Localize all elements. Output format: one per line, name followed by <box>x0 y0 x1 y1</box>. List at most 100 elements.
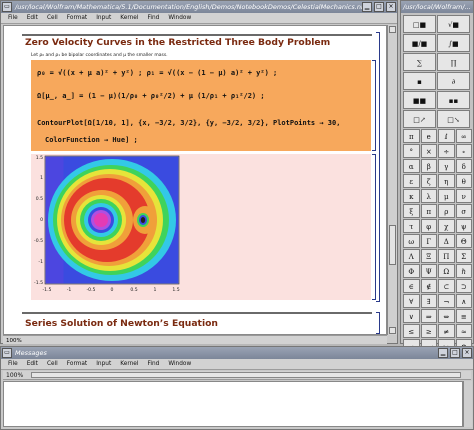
palette-symbol-button[interactable]: σ <box>455 204 472 218</box>
palette-symbol-button[interactable]: χ <box>438 219 455 233</box>
palette-symbol-button[interactable]: □↘ <box>437 110 470 128</box>
notebook-document[interactable]: Zero Velocity Curves in the Restricted T… <box>3 25 387 335</box>
notebook-titlebar[interactable]: ▭ /usr/local/Wolfram/Mathematica/5.1/Doc… <box>1 1 397 13</box>
menu-kernel[interactable]: Kernel <box>120 359 138 369</box>
palette-symbol-button[interactable]: λ <box>420 189 437 203</box>
palette-symbol-button[interactable]: φ <box>420 219 437 233</box>
palette-symbol-button[interactable]: ▪ <box>403 72 436 90</box>
palette-symbol-button[interactable]: ∨ <box>403 309 420 323</box>
section-title-series-solution[interactable]: Series Solution of Newton’s Equation <box>25 318 218 329</box>
palette-symbol-button[interactable]: ∈ <box>403 279 420 293</box>
palette-symbol-button[interactable]: e <box>420 129 437 143</box>
palette-symbol-button[interactable]: ■■ <box>403 91 436 109</box>
palette-symbol-button[interactable]: □■ <box>403 15 436 33</box>
palette-symbol-button[interactable]: ∃ <box>420 294 437 308</box>
palette-symbol-button[interactable]: ° <box>403 144 420 158</box>
palette-symbol-button[interactable]: Ω <box>438 264 455 278</box>
palette-symbol-button[interactable]: κ <box>403 189 420 203</box>
text-cell[interactable]: Let ρ₀ and ρ₁ be bipolar coordinates and… <box>31 53 168 58</box>
menu-file[interactable]: File <box>8 359 18 369</box>
palette-symbol-button[interactable]: ≤ <box>403 324 420 338</box>
palette-symbol-button[interactable]: π <box>420 204 437 218</box>
palette-symbol-button[interactable]: ξ <box>403 204 420 218</box>
input-cell[interactable]: ρ₀ = √((x + μ a)² + y²) ; ρ₁ = √((x − (1… <box>31 60 371 151</box>
palette-symbol-button[interactable]: ε <box>403 174 420 188</box>
menu-format[interactable]: Format <box>67 13 87 23</box>
menu-format[interactable]: Format <box>67 359 87 369</box>
palette-symbol-button[interactable]: η <box>438 174 455 188</box>
output-cell-bracket[interactable] <box>372 154 376 300</box>
minimize-icon[interactable]: ▁ <box>362 2 372 12</box>
palette-symbol-button[interactable]: ℏ <box>455 264 472 278</box>
palette-symbol-button[interactable]: ÷ <box>438 144 455 158</box>
palette-titlebar[interactable]: /usr/local/Wolfram/... <box>401 1 473 13</box>
palette-symbol-button[interactable]: ∉ <box>420 279 437 293</box>
palette-symbol-button[interactable]: × <box>420 144 437 158</box>
menu-find[interactable]: Find <box>147 13 159 23</box>
palette-symbol-button[interactable]: ∞ <box>455 129 472 143</box>
palette-symbol-button[interactable]: ∘ <box>455 144 472 158</box>
window-menu-icon[interactable]: ▭ <box>2 2 12 12</box>
palette-symbol-button[interactable]: Φ <box>403 264 420 278</box>
close-icon[interactable]: × <box>462 348 472 358</box>
scroll-up-icon[interactable] <box>389 26 396 33</box>
palette-symbol-button[interactable]: ≡ <box>455 309 472 323</box>
palette-symbol-button[interactable]: ⇔ <box>438 309 455 323</box>
palette-symbol-button[interactable]: ¬ <box>438 294 455 308</box>
scroll-thumb[interactable] <box>389 225 396 265</box>
palette-symbol-button[interactable]: Σ <box>455 249 472 263</box>
palette-symbol-button[interactable]: δ <box>455 159 472 173</box>
palette-symbol-button[interactable]: ∫■ <box>437 34 470 52</box>
palette-symbol-button[interactable]: ζ <box>420 174 437 188</box>
output-cell[interactable]: 1.5 1 0.5 0 -0.5 -1 -1.5 -1.5 -1 -0.5 0 … <box>31 154 371 300</box>
notebook-scrollbar[interactable] <box>387 25 397 335</box>
messages-document[interactable] <box>3 381 463 427</box>
palette-symbol-button[interactable]: π <box>403 129 420 143</box>
palette-symbol-button[interactable]: α <box>403 159 420 173</box>
palette-symbol-button[interactable]: ∀ <box>403 294 420 308</box>
palette-symbol-button[interactable]: ≈ <box>455 324 472 338</box>
palette-symbol-button[interactable]: ⅈ <box>438 129 455 143</box>
maximize-icon[interactable]: □ <box>450 348 460 358</box>
section-title-zero-velocity[interactable]: Zero Velocity Curves in the Restricted T… <box>25 37 330 48</box>
palette-symbol-button[interactable]: Ξ <box>420 249 437 263</box>
palette-symbol-button[interactable]: ρ <box>438 204 455 218</box>
palette-symbol-button[interactable]: ∏ <box>437 53 470 71</box>
palette-symbol-button[interactable]: γ <box>438 159 455 173</box>
input-cell-bracket[interactable] <box>372 60 376 151</box>
messages-titlebar[interactable]: ▭ Messages ▁ □ × <box>1 347 473 359</box>
menu-input[interactable]: Input <box>96 359 111 369</box>
palette-symbol-button[interactable]: ≥ <box>420 324 437 338</box>
palette-symbol-button[interactable]: τ <box>403 219 420 233</box>
palette-symbol-button[interactable]: ≠ <box>438 324 455 338</box>
menu-find[interactable]: Find <box>147 359 159 369</box>
palette-symbol-button[interactable]: Λ <box>403 249 420 263</box>
palette-symbol-button[interactable]: Δ <box>438 234 455 248</box>
minimize-icon[interactable]: ▁ <box>438 348 448 358</box>
menu-input[interactable]: Input <box>96 13 111 23</box>
menu-cell[interactable]: Cell <box>47 13 58 23</box>
maximize-icon[interactable]: □ <box>374 2 384 12</box>
close-icon[interactable]: × <box>386 2 396 12</box>
section2-cell-bracket[interactable] <box>376 312 380 334</box>
palette-symbol-button[interactable]: Γ <box>420 234 437 248</box>
palette-symbol-button[interactable]: ⊂ <box>438 279 455 293</box>
messages-hscroll[interactable] <box>31 372 461 378</box>
messages-scrollbar[interactable] <box>463 381 472 427</box>
menu-window[interactable]: Window <box>168 13 191 23</box>
palette-symbol-button[interactable]: ω <box>403 234 420 248</box>
palette-symbol-button[interactable]: ▪▪ <box>437 91 470 109</box>
menu-window[interactable]: Window <box>168 359 191 369</box>
palette-symbol-button[interactable]: μ <box>438 189 455 203</box>
menu-cell[interactable]: Cell <box>47 359 58 369</box>
notebook-zoom[interactable]: 100% <box>3 338 22 344</box>
palette-symbol-button[interactable]: Π <box>438 249 455 263</box>
menu-edit[interactable]: Edit <box>27 13 38 23</box>
menu-edit[interactable]: Edit <box>27 359 38 369</box>
section-cell-bracket[interactable] <box>376 32 380 302</box>
palette-symbol-button[interactable]: ⇒ <box>420 309 437 323</box>
menu-file[interactable]: File <box>8 13 18 23</box>
palette-symbol-button[interactable]: ν <box>455 189 472 203</box>
menu-kernel[interactable]: Kernel <box>120 13 138 23</box>
palette-symbol-button[interactable]: β <box>420 159 437 173</box>
